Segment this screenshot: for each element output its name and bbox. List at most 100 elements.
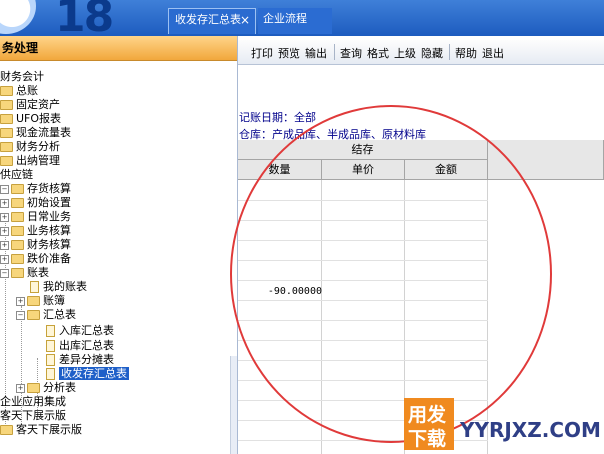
tree-item-label: 客天下展示版 bbox=[16, 423, 82, 436]
tree-item-summary-tables[interactable]: − 汇总表 bbox=[16, 308, 76, 322]
folder-open-icon bbox=[11, 184, 24, 194]
expand-icon[interactable]: + bbox=[0, 212, 9, 222]
tree-item-inventory-accounting[interactable]: − 存货核算 bbox=[0, 182, 71, 196]
document-icon bbox=[30, 281, 39, 293]
hide-button[interactable]: 隐藏 bbox=[421, 45, 443, 61]
watermark-site: YYRJXZ.COM bbox=[460, 418, 601, 442]
tree-item-analysis[interactable]: + 分析表 bbox=[16, 381, 76, 395]
collapse-icon[interactable]: − bbox=[0, 184, 9, 194]
expand-icon[interactable]: + bbox=[0, 226, 9, 236]
watermark-text: 用发 bbox=[408, 404, 447, 426]
folder-icon bbox=[11, 240, 24, 250]
tree-item-fixed-assets[interactable]: 固定资产 bbox=[0, 98, 60, 112]
tree-item-inbound-summary[interactable]: 入库汇总表 bbox=[46, 324, 114, 338]
tree-item-business-accounting[interactable]: + 业务核算 bbox=[0, 224, 71, 238]
tree-item-cash-flow[interactable]: 现金流量表 bbox=[0, 126, 71, 140]
grid-line bbox=[238, 360, 488, 361]
grid-line bbox=[238, 280, 488, 281]
expand-icon[interactable]: + bbox=[16, 296, 25, 306]
tab-receipt-issue-summary[interactable]: 收发存汇总表 × bbox=[168, 8, 256, 34]
tree-item-financial-accounting[interactable]: + 财务核算 bbox=[0, 238, 71, 252]
grid-line bbox=[238, 260, 488, 261]
tree-item-variance-allocation[interactable]: 差异分摊表 bbox=[46, 353, 114, 367]
query-button[interactable]: 查询 bbox=[340, 45, 362, 61]
expand-icon[interactable]: + bbox=[0, 198, 9, 208]
column-group-header: 结存 bbox=[238, 140, 488, 160]
tree-item-label: 入库汇总表 bbox=[59, 324, 114, 337]
tree-item-label: 跌价准备 bbox=[27, 252, 71, 265]
tree-item-label: 汇总表 bbox=[43, 308, 76, 321]
tree-item-label: UFO报表 bbox=[16, 112, 62, 125]
tree-item-general-ledger[interactable]: 总账 bbox=[0, 84, 38, 98]
expand-icon[interactable]: + bbox=[0, 240, 9, 250]
scrollbar[interactable] bbox=[230, 356, 237, 454]
tree-item-label: 存货核算 bbox=[27, 182, 71, 195]
column-header-amount[interactable]: 金额 bbox=[405, 160, 488, 180]
document-icon bbox=[46, 325, 55, 337]
tree-item-my-reports[interactable]: 我的账表 bbox=[30, 280, 87, 294]
tree-item-label: 财务核算 bbox=[27, 238, 71, 251]
tree-item-cashier[interactable]: 出纳管理 bbox=[0, 154, 60, 168]
folder-icon bbox=[0, 142, 13, 152]
tree-item-ufo-report[interactable]: UFO报表 bbox=[0, 112, 61, 126]
document-icon bbox=[46, 354, 55, 366]
tree-item-ledger[interactable]: + 账簿 bbox=[16, 294, 65, 308]
tree-item-label: 现金流量表 bbox=[16, 126, 71, 139]
tree-item-label: 差异分摊表 bbox=[59, 353, 114, 366]
tree-item-price-reserve[interactable]: + 跌价准备 bbox=[0, 252, 71, 266]
folder-icon bbox=[0, 128, 13, 138]
expand-icon[interactable]: + bbox=[0, 254, 9, 264]
tree-item-supply-chain[interactable]: 供应链 bbox=[0, 168, 33, 182]
folder-icon bbox=[11, 212, 24, 222]
tree-item-kotx-demo[interactable]: 客天下展示版 bbox=[0, 409, 66, 423]
tree-item-daily-business[interactable]: + 日常业务 bbox=[0, 210, 71, 224]
tree-item-label: 客天下展示版 bbox=[0, 409, 66, 422]
format-button[interactable]: 格式 bbox=[367, 45, 389, 61]
grid-line bbox=[238, 200, 488, 201]
tree-item-kotx-demo-2[interactable]: 客天下展示版 bbox=[0, 423, 82, 437]
help-button[interactable]: 帮助 bbox=[455, 45, 477, 61]
tree-item-label-selected: 收发存汇总表 bbox=[59, 367, 129, 380]
column-header-quantity[interactable]: 数量 bbox=[238, 160, 322, 180]
folder-icon bbox=[0, 156, 13, 166]
export-button[interactable]: 输出 bbox=[305, 45, 327, 61]
folder-icon bbox=[11, 226, 24, 236]
folder-icon bbox=[27, 296, 40, 306]
column-header-unit-price[interactable]: 单价 bbox=[322, 160, 405, 180]
logo-icon bbox=[0, 0, 36, 34]
folder-icon bbox=[0, 100, 13, 110]
exit-button[interactable]: 退出 bbox=[482, 45, 504, 61]
folder-icon bbox=[0, 114, 13, 124]
tree-item-label: 出纳管理 bbox=[16, 154, 60, 167]
grid-line bbox=[487, 180, 488, 454]
collapse-icon[interactable]: − bbox=[0, 268, 9, 278]
parent-button[interactable]: 上级 bbox=[394, 45, 416, 61]
tree-item-financial-analysis[interactable]: 财务分析 bbox=[0, 140, 60, 154]
tree-item-initial-setup[interactable]: + 初始设置 bbox=[0, 196, 71, 210]
print-button[interactable]: 打印 bbox=[251, 45, 273, 61]
tree-item-finance[interactable]: 财务会计 bbox=[0, 70, 44, 84]
report-area: 打印 预览 输出 查询 格式 上级 隐藏 帮助 退出 记账日期：全部 仓库：产成… bbox=[238, 36, 604, 454]
header-filler bbox=[488, 140, 604, 180]
toolbar-separator bbox=[334, 44, 335, 60]
tree-item-label: 总账 bbox=[16, 84, 38, 97]
grid-line bbox=[238, 300, 488, 301]
folder-icon bbox=[0, 86, 13, 96]
preview-button[interactable]: 预览 bbox=[278, 45, 300, 61]
tree-item-label: 账表 bbox=[27, 266, 49, 279]
tree-item-reports[interactable]: − 账表 bbox=[0, 266, 49, 280]
quantity-cell[interactable]: -90.00000 bbox=[238, 286, 322, 297]
tree-item-label: 业务核算 bbox=[27, 224, 71, 237]
toolbar-separator bbox=[449, 44, 450, 60]
folder-open-icon bbox=[27, 310, 40, 320]
expand-icon[interactable]: + bbox=[16, 383, 25, 393]
tree-item-outbound-summary[interactable]: 出库汇总表 bbox=[46, 339, 114, 353]
tree-item-receipt-issue-summary[interactable]: 收发存汇总表 bbox=[46, 367, 129, 381]
folder-icon bbox=[27, 383, 40, 393]
grid-line bbox=[238, 240, 488, 241]
tree-item-label: 企业应用集成 bbox=[0, 395, 66, 408]
collapse-icon[interactable]: − bbox=[16, 310, 25, 320]
tab-enterprise-flow[interactable]: 企业流程 bbox=[258, 8, 332, 34]
tree-item-enterprise-integration[interactable]: 企业应用集成 bbox=[0, 395, 66, 409]
close-icon[interactable]: × bbox=[240, 9, 250, 31]
